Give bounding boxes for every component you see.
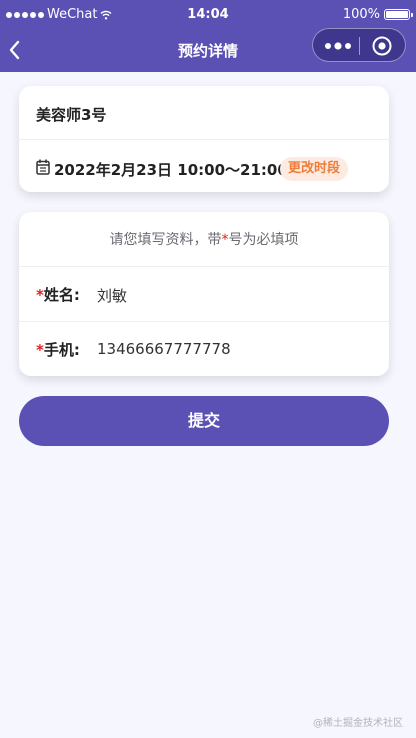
phone-required-mark: * xyxy=(36,341,44,359)
name-required-mark: * xyxy=(36,286,44,304)
mini-program-capsule xyxy=(312,28,406,62)
divider xyxy=(19,139,389,140)
hint-text-before: 请您填写资料，带 xyxy=(109,232,222,248)
name-label: *姓名: xyxy=(36,284,80,305)
phone-label-text: 手机: xyxy=(43,341,80,359)
name-label-text: 姓名: xyxy=(43,286,80,304)
close-target-icon[interactable] xyxy=(371,35,393,57)
submit-button[interactable]: 提交 xyxy=(19,396,389,446)
more-dots-icon[interactable] xyxy=(323,39,353,53)
phone-label: *手机: xyxy=(36,339,80,360)
form-card: 请您填写资料，带*号为必填项 *姓名: 刘敏 *手机: 134666677777… xyxy=(19,212,389,376)
battery-fill xyxy=(386,11,408,18)
phone-input[interactable]: 13466667777778 xyxy=(97,340,231,358)
status-right: 100% xyxy=(342,7,413,22)
stylist-name: 美容师3号 xyxy=(36,106,107,124)
change-slot-button[interactable]: 更改时段 xyxy=(280,157,349,181)
name-field-row[interactable]: *姓名: 刘敏 xyxy=(19,267,389,321)
calendar-icon xyxy=(36,159,50,175)
watermark: @稀土掘金技术社区 xyxy=(313,718,403,729)
form-hint: 请您填写资料，带*号为必填项 xyxy=(19,229,389,249)
hint-required-star: * xyxy=(221,232,229,248)
hint-text-after: 号为必填项 xyxy=(228,232,299,248)
battery-icon xyxy=(384,9,413,20)
phone-field-row[interactable]: *手机: 13466667777778 xyxy=(19,322,389,376)
battery-percent: 100% xyxy=(342,7,380,22)
nav-bar: 预约详情 xyxy=(0,28,416,72)
appointment-datetime: 2022年2月23日 10:00～21:00 xyxy=(54,161,288,179)
name-input[interactable]: 刘敏 xyxy=(97,285,127,306)
capsule-divider xyxy=(359,37,360,55)
status-bar: WeChat 14:04 100% xyxy=(0,0,416,28)
